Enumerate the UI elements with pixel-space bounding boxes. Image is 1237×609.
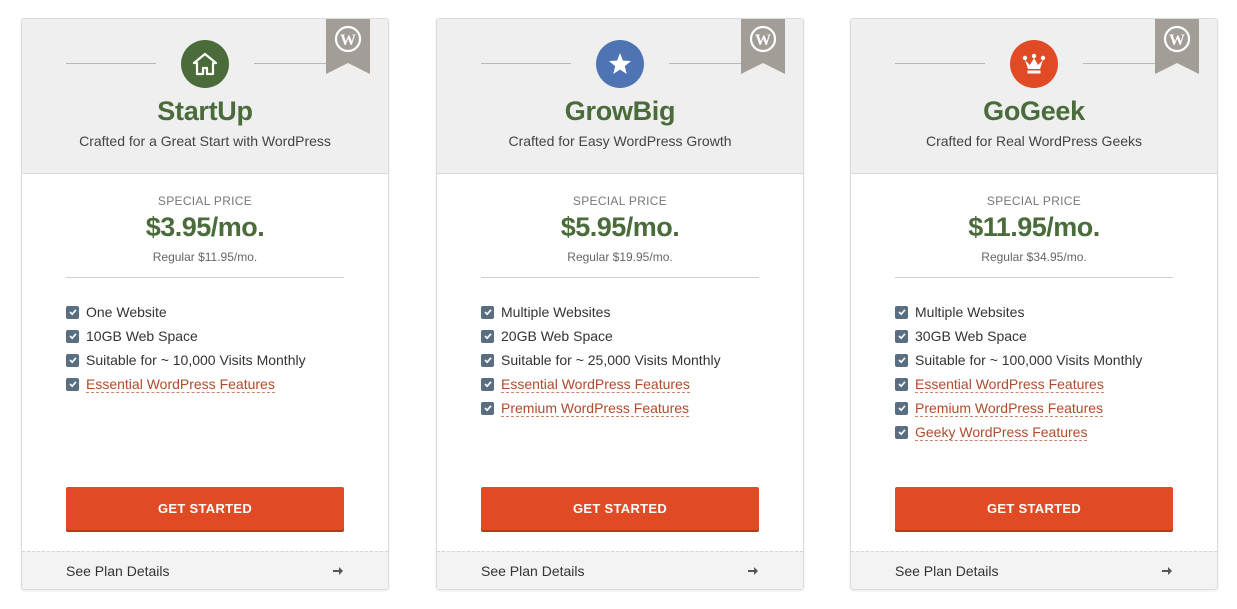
regular-price: Regular $11.95/mo.	[152, 250, 258, 264]
feature-item: Suitable for ~ 100,000 Visits Monthly	[895, 348, 1142, 372]
plan-name: GrowBig	[564, 96, 676, 126]
plan-tagline: Crafted for Real WordPress Geeks	[925, 133, 1143, 149]
plan-price: $3.95/mo.	[145, 212, 265, 242]
feature-list: One Website 10GB Web Space Suitable for …	[66, 300, 306, 396]
feature-item: 20GB Web Space	[481, 324, 721, 348]
feature-label: Multiple Websites	[501, 304, 611, 320]
checkbox-icon	[895, 305, 908, 319]
plan-name: GoGeek	[983, 96, 1085, 126]
feature-label: 10GB Web Space	[86, 328, 198, 344]
plan-name: StartUp	[157, 96, 253, 126]
feature-link-item[interactable]: Essential WordPress Features	[481, 372, 721, 396]
house-icon	[181, 40, 229, 88]
header-divider-left	[481, 63, 571, 64]
svg-text:W: W	[1169, 32, 1185, 49]
plan-price: $11.95/mo.	[968, 212, 1100, 242]
checkbox-icon	[481, 305, 494, 319]
plan-tagline: Crafted for a Great Start with WordPress	[79, 133, 331, 149]
wordpress-badge-icon: W	[1155, 19, 1199, 74]
feature-label: 30GB Web Space	[915, 328, 1027, 344]
feature-link[interactable]: Premium WordPress Features	[501, 400, 690, 417]
svg-text:W: W	[340, 32, 356, 49]
header-divider-left	[895, 63, 985, 64]
see-plan-details-label: See Plan Details	[895, 562, 999, 579]
checkbox-icon	[895, 353, 908, 367]
wordpress-badge-icon: W	[741, 19, 785, 74]
feature-label: 20GB Web Space	[501, 328, 613, 344]
checkbox-icon	[481, 401, 494, 415]
star-icon	[596, 40, 644, 88]
checkbox-icon	[481, 353, 494, 367]
feature-item: Suitable for ~ 10,000 Visits Monthly	[66, 348, 306, 372]
checkbox-icon	[481, 329, 494, 343]
checkbox-icon	[66, 329, 79, 343]
arrow-right-icon	[1162, 566, 1172, 575]
feature-item: 10GB Web Space	[66, 324, 306, 348]
checkbox-icon	[895, 425, 908, 439]
feature-link[interactable]: Geeky WordPress Features	[915, 424, 1088, 441]
special-price-label: SPECIAL PRICE	[572, 194, 668, 208]
plan-header: W GoGeek Crafted for Real WordPress Geek…	[851, 19, 1217, 174]
feature-item: 30GB Web Space	[895, 324, 1142, 348]
plan-tagline: Crafted for Easy WordPress Growth	[508, 133, 732, 149]
checkbox-icon	[66, 377, 79, 391]
feature-label: Suitable for ~ 10,000 Visits Monthly	[86, 352, 306, 368]
feature-item: Multiple Websites	[481, 300, 721, 324]
feature-label: Suitable for ~ 100,000 Visits Monthly	[915, 352, 1143, 368]
special-price-label: SPECIAL PRICE	[157, 194, 253, 208]
get-started-button[interactable]: GET STARTED	[895, 487, 1173, 530]
price-divider	[895, 277, 1173, 278]
plan-price: $5.95/mo.	[560, 212, 680, 242]
feature-item: Multiple Websites	[895, 300, 1142, 324]
plan-header: W StartUp Crafted for a Great Start with…	[22, 19, 388, 174]
wordpress-badge-icon: W	[326, 19, 370, 74]
price-divider	[66, 277, 344, 278]
crown-icon	[1010, 40, 1058, 88]
feature-link-item[interactable]: Premium WordPress Features	[481, 396, 721, 420]
see-plan-details-link[interactable]: See Plan Details	[437, 551, 803, 589]
checkbox-icon	[895, 401, 908, 415]
feature-link-item[interactable]: Essential WordPress Features	[895, 372, 1142, 396]
feature-link-item[interactable]: Essential WordPress Features	[66, 372, 306, 396]
checkbox-icon	[66, 353, 79, 367]
plan-header: W GrowBig Crafted for Easy WordPress Gro…	[437, 19, 803, 174]
feature-item: Suitable for ~ 25,000 Visits Monthly	[481, 348, 721, 372]
checkbox-icon	[895, 329, 908, 343]
feature-list: Multiple Websites 30GB Web Space Suitabl…	[895, 300, 1142, 444]
regular-price: Regular $34.95/mo.	[981, 250, 1087, 264]
feature-link-item[interactable]: Geeky WordPress Features	[895, 420, 1142, 444]
feature-link[interactable]: Essential WordPress Features	[915, 376, 1104, 393]
see-plan-details-link[interactable]: See Plan Details	[851, 551, 1217, 589]
feature-link[interactable]: Premium WordPress Features	[915, 400, 1104, 417]
feature-list: Multiple Websites 20GB Web Space Suitabl…	[481, 300, 721, 420]
see-plan-details-link[interactable]: See Plan Details	[22, 551, 388, 589]
header-divider-left	[66, 63, 156, 64]
arrow-right-icon	[748, 566, 758, 575]
feature-item: One Website	[66, 300, 306, 324]
feature-label: One Website	[86, 304, 167, 320]
feature-label: Multiple Websites	[915, 304, 1025, 320]
feature-link[interactable]: Essential WordPress Features	[501, 376, 690, 393]
plan-card-growbig: W GrowBig Crafted for Easy WordPress Gro…	[436, 18, 804, 590]
arrow-right-icon	[333, 566, 343, 575]
checkbox-icon	[895, 377, 908, 391]
feature-link[interactable]: Essential WordPress Features	[86, 376, 275, 393]
checkbox-icon	[66, 305, 79, 319]
plan-card-gogeek: W GoGeek Crafted for Real WordPress Geek…	[850, 18, 1218, 590]
see-plan-details-label: See Plan Details	[66, 562, 170, 579]
get-started-button[interactable]: GET STARTED	[66, 487, 344, 530]
svg-text:W: W	[755, 32, 771, 49]
pricing-plans: W StartUp Crafted for a Great Start with…	[0, 0, 1237, 609]
checkbox-icon	[481, 377, 494, 391]
feature-link-item[interactable]: Premium WordPress Features	[895, 396, 1142, 420]
regular-price: Regular $19.95/mo.	[567, 250, 673, 264]
price-divider	[481, 277, 759, 278]
see-plan-details-label: See Plan Details	[481, 562, 585, 579]
plan-card-startup: W StartUp Crafted for a Great Start with…	[21, 18, 389, 590]
feature-label: Suitable for ~ 25,000 Visits Monthly	[501, 352, 721, 368]
get-started-button[interactable]: GET STARTED	[481, 487, 759, 530]
special-price-label: SPECIAL PRICE	[986, 194, 1082, 208]
